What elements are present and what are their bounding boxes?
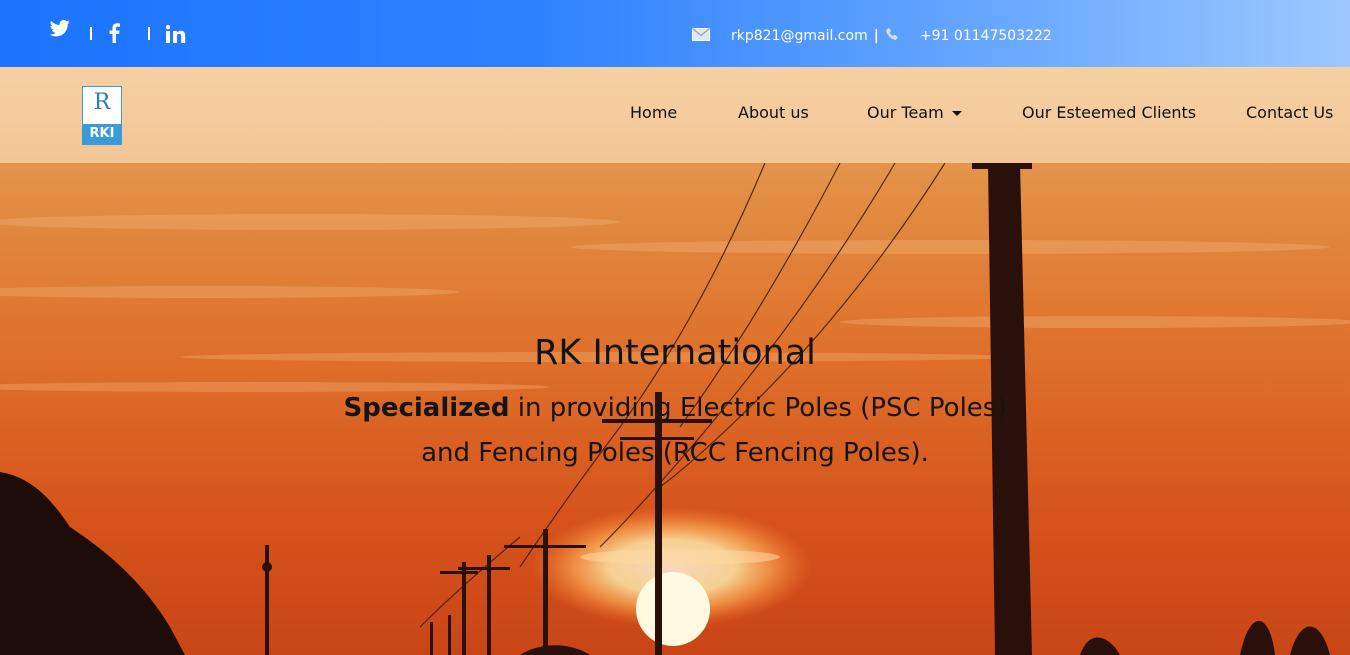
nav-about-us[interactable]: About us [738,103,809,127]
nav-our-team-label: Our Team [867,103,944,122]
hero-subtitle-line-1: Specialized in providing Electric Poles … [0,393,1350,423]
hero-emphasis: Specialized [343,393,510,423]
contact-separator: | [873,28,879,44]
linkedin-icon[interactable] [166,25,186,43]
phone-icon [885,27,899,45]
hero-subtitle-line-2: and Fencing Poles (RCC Fencing Poles). [421,438,929,468]
chevron-down-icon [951,111,962,116]
divider [148,27,150,40]
phone-link[interactable]: +91 01147503222 [920,28,1052,44]
top-bar: rkp821@gmail.com | +91 01147503222 [0,0,1350,67]
facebook-icon[interactable] [108,23,120,43]
divider [90,27,92,40]
nav-contact-us[interactable]: Contact Us [1246,103,1333,127]
nav-our-team[interactable]: Our Team [867,103,962,127]
contact-info: rkp821@gmail.com | +91 01147503222 [692,25,1052,47]
nav-esteemed-clients[interactable]: Our Esteemed Clients [1022,103,1196,127]
envelope-icon [692,27,710,45]
hero-title: RK International [534,333,816,373]
logo-text: RKI [83,124,121,144]
email-link[interactable]: rkp821@gmail.com [731,28,868,44]
twitter-icon[interactable] [49,20,71,38]
hero-subtitle-rest: in providing Electric Poles (PSC Poles) [509,393,1007,423]
rki-logo[interactable]: R RKI [82,86,122,145]
nav-home[interactable]: Home [630,103,677,127]
logo-letter: R [93,90,111,115]
